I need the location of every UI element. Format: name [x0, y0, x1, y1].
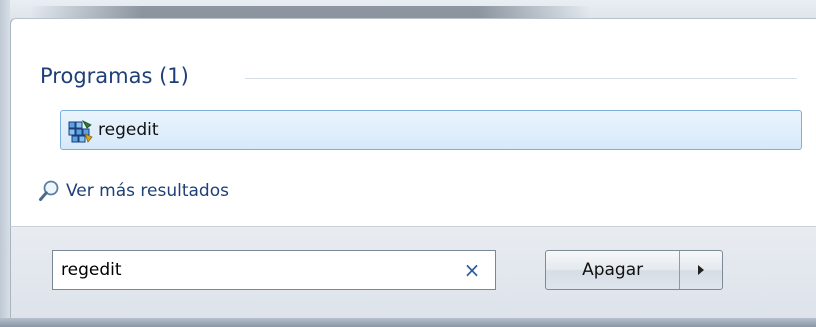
programs-section-title: Programas (1) [40, 64, 189, 88]
window-left-border [0, 0, 10, 327]
search-box: × [52, 250, 496, 290]
clear-search-icon[interactable]: × [461, 259, 483, 281]
search-input[interactable] [61, 256, 451, 284]
taskbar-glow [30, 6, 590, 18]
window-top-border [0, 0, 816, 18]
see-more-results-link[interactable]: Ver más resultados [38, 178, 229, 204]
section-divider [245, 78, 797, 79]
shutdown-options-button[interactable] [680, 251, 722, 289]
shutdown-button[interactable]: Apagar [546, 251, 681, 289]
result-item-regedit[interactable]: regedit [60, 110, 802, 150]
window-bottom-border [0, 318, 816, 327]
registry-editor-icon [67, 119, 93, 143]
start-menu-search-window: Programas (1) regedit Ver más resultados… [0, 0, 816, 327]
chevron-right-icon [698, 265, 705, 275]
shutdown-button-group: Apagar [545, 250, 723, 290]
magnifier-icon [38, 179, 60, 203]
see-more-results-label: Ver más resultados [66, 181, 229, 201]
result-item-label: regedit [98, 120, 159, 140]
